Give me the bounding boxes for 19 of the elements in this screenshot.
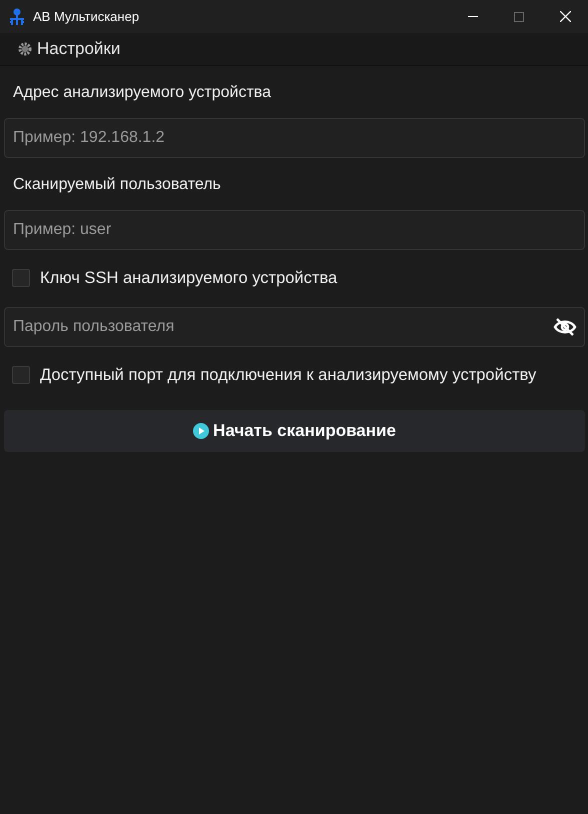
field-label: Сканируемый пользователь [12,175,222,195]
input-field[interactable]: Пример: user [4,210,585,250]
checkbox-label: Доступный порт для подключения к анализируемому устройству [40,364,536,386]
checkbox[interactable] [12,269,30,288]
hidden-eye-icon[interactable] [553,316,577,337]
checkbox-label: Ключ SSH анализируемого устройства [40,268,338,289]
maximize-icon [514,12,524,22]
start-scan-button[interactable]: Начать сканирование [4,410,585,452]
close-icon [560,11,570,22]
gear-icon [18,42,32,56]
settings-tab[interactable]: Настройки [18,36,120,62]
field-label: Адрес анализируемого устройства [12,83,272,103]
play-icon [193,422,210,438]
password-field[interactable]: Пароль пользователя [4,306,585,347]
window-title: АВ Мультисканер [33,8,140,26]
checkbox[interactable] [12,366,30,384]
input-field[interactable]: Пример: 192.168.1.2 [4,118,585,158]
app-logo-icon [9,8,25,26]
minimize-icon [468,16,478,17]
